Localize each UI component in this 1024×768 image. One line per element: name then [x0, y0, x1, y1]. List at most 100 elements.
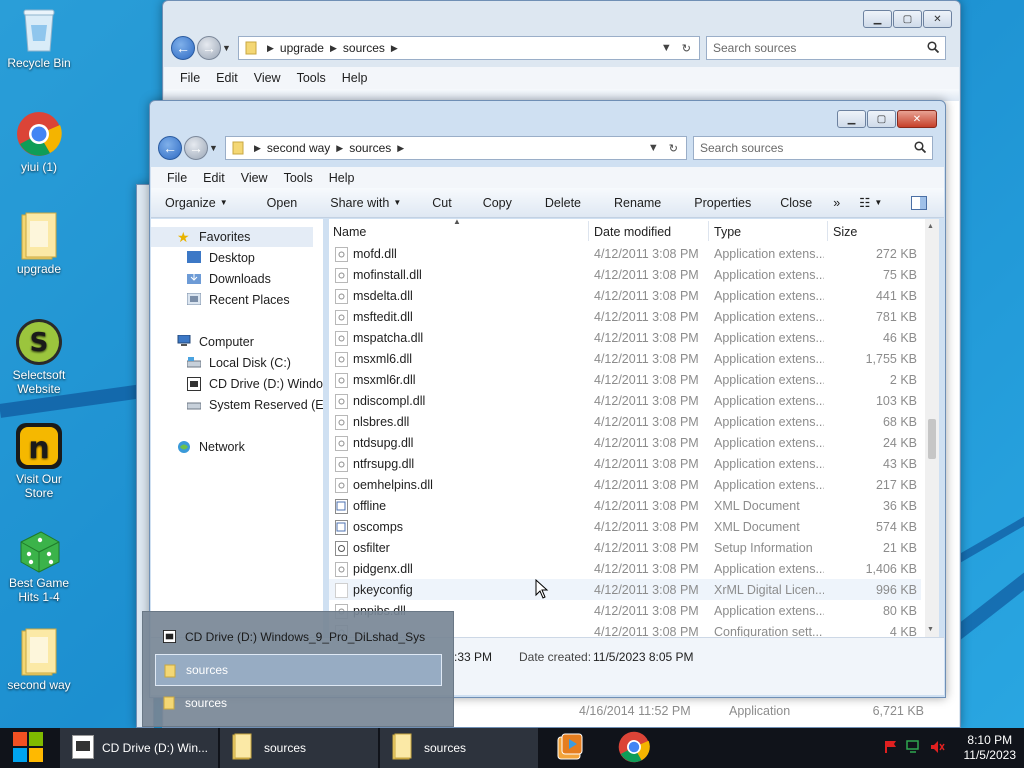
recent-pages-dropdown[interactable]: ▼: [222, 43, 234, 53]
table-row[interactable]: pkeyconfig 4/12/2011 3:08 PM XrML Digital …: [329, 579, 921, 600]
table-row[interactable]: nlsbres.dll 4/12/2011 3:08 PM Application …: [329, 411, 921, 432]
desktop-icon-store[interactable]: n Visit Our Store: [4, 422, 74, 500]
table-row[interactable]: mofinstall.dll 4/12/2011 3:08 PM Applicati…: [329, 264, 921, 285]
forward-button[interactable]: →: [197, 36, 221, 60]
recent-pages-dropdown[interactable]: ▼: [209, 143, 221, 153]
menu-file[interactable]: File: [167, 171, 187, 185]
table-row[interactable]: osfilter 4/12/2011 3:08 PM Setup Informati…: [329, 537, 921, 558]
column-date-modified[interactable]: Date modified: [594, 225, 671, 239]
taskbar-media-player[interactable]: [548, 728, 592, 768]
maximize-button[interactable]: ▢: [867, 110, 896, 128]
minimize-button[interactable]: ▁: [837, 110, 866, 128]
breadcrumb-second-way[interactable]: second way: [267, 141, 330, 155]
scroll-up-icon[interactable]: ▲: [927, 223, 934, 230]
forward-button[interactable]: →: [184, 136, 208, 160]
explorer-window-second-way[interactable]: ▁ ▢ ✕ ← → ▼ ▶ second way ▶ sources ▶ ▼ ↻ …: [149, 100, 946, 698]
menu-view[interactable]: View: [241, 171, 268, 185]
popup-item-cd-drive[interactable]: CD Drive (D:) Windows_9_Pro_DiLshad_Sys: [155, 621, 442, 653]
table-row[interactable]: oscomps 4/12/2011 3:08 PM XML Document 574 …: [329, 516, 921, 537]
table-row[interactable]: msftedit.dll 4/12/2011 3:08 PM Application…: [329, 306, 921, 327]
breadcrumb-upgrade[interactable]: upgrade: [280, 41, 324, 55]
refresh-icon[interactable]: ↻: [669, 142, 678, 155]
nav-recent-places[interactable]: Recent Places: [151, 290, 290, 310]
menu-file[interactable]: File: [180, 71, 200, 85]
more-commands-button[interactable]: »: [823, 196, 851, 210]
popup-item-sources[interactable]: sources: [155, 687, 442, 719]
preview-pane-icon[interactable]: [893, 195, 938, 210]
properties-button[interactable]: Properties: [672, 196, 762, 210]
taskbar-button-cd-drive[interactable]: CD Drive (D:) Win...: [60, 728, 218, 768]
nav-network[interactable]: Network: [151, 437, 245, 457]
nav-cd-drive[interactable]: CD Drive (D:) Windo: [151, 374, 323, 394]
desktop-icon-game-hits[interactable]: Best Game Hits 1-4: [4, 526, 74, 604]
flag-icon[interactable]: [884, 740, 898, 757]
scrollbar-thumb[interactable]: [928, 419, 936, 459]
close-button[interactable]: ✕: [897, 110, 937, 128]
desktop-icon-recycle-bin[interactable]: Recycle Bin: [4, 6, 74, 70]
nav-local-disk[interactable]: Local Disk (C:): [151, 353, 291, 373]
popup-item-sources-selected[interactable]: sources: [155, 654, 442, 686]
start-button[interactable]: [0, 728, 56, 768]
table-row[interactable]: mspatcha.dll 4/12/2011 3:08 PM Application…: [329, 327, 921, 348]
taskbar-chrome[interactable]: [612, 728, 656, 768]
menu-edit[interactable]: Edit: [203, 171, 225, 185]
nav-desktop[interactable]: Desktop: [151, 248, 255, 268]
minimize-button[interactable]: ▁: [863, 10, 892, 28]
maximize-button[interactable]: ▢: [893, 10, 922, 28]
breadcrumb-sources[interactable]: sources: [349, 141, 391, 155]
cut-button[interactable]: Cut: [412, 196, 462, 210]
table-row[interactable]: ntdsupg.dll 4/12/2011 3:08 PM Application …: [329, 432, 921, 453]
address-dropdown-icon[interactable]: ▼: [661, 42, 672, 55]
clock[interactable]: 8:10 PM 11/5/2023: [964, 733, 1017, 763]
back-button[interactable]: ←: [171, 36, 195, 60]
delete-button[interactable]: Delete: [523, 196, 592, 210]
address-bar[interactable]: ▶ second way ▶ sources ▶ ▼ ↻: [225, 136, 687, 160]
table-row[interactable]: pidgenx.dll 4/12/2011 3:08 PM Application …: [329, 558, 921, 579]
table-row[interactable]: oemhelpins.dll 4/12/2011 3:08 PM Applicati…: [329, 474, 921, 495]
taskbar-button-sources-1[interactable]: sources: [220, 728, 378, 768]
table-row[interactable]: ndiscompl.dll 4/12/2011 3:08 PM Applicatio…: [329, 390, 921, 411]
table-row[interactable]: msxml6r.dll 4/12/2011 3:08 PM Application …: [329, 369, 921, 390]
open-button[interactable]: Open: [239, 196, 309, 210]
table-row[interactable]: 4/16/2014 11:52 PM Application 6,721 KB: [559, 700, 924, 722]
nav-downloads[interactable]: Downloads: [151, 269, 271, 289]
address-dropdown-icon[interactable]: ▼: [648, 142, 659, 155]
table-row[interactable]: mofd.dll 4/12/2011 3:08 PM Application ext…: [329, 243, 921, 264]
table-row[interactable]: msdelta.dll 4/12/2011 3:08 PM Application …: [329, 285, 921, 306]
desktop-icon-chrome[interactable]: yiui (1): [4, 110, 74, 174]
view-options-icon[interactable]: ☷ ▼: [851, 195, 893, 210]
menu-tools[interactable]: Tools: [297, 71, 326, 85]
desktop-icon-upgrade[interactable]: upgrade: [4, 212, 74, 276]
table-row[interactable]: msxml6.dll 4/12/2011 3:08 PM Application e…: [329, 348, 921, 369]
close-button[interactable]: ✕: [923, 10, 952, 28]
share-with-button[interactable]: Share with ▼: [308, 196, 412, 210]
volume-icon[interactable]: [930, 740, 946, 757]
menu-edit[interactable]: Edit: [216, 71, 238, 85]
breadcrumb-sources[interactable]: sources: [343, 41, 385, 55]
nav-computer[interactable]: Computer: [151, 332, 254, 352]
copy-button[interactable]: Copy: [463, 196, 523, 210]
refresh-icon[interactable]: ↻: [682, 42, 691, 55]
desktop-icon-selectsoft[interactable]: S Selectsoft Website: [4, 318, 74, 396]
back-button[interactable]: ←: [158, 136, 182, 160]
network-tray-icon[interactable]: [905, 739, 922, 757]
organize-button[interactable]: Organize ▼: [151, 196, 239, 210]
address-bar[interactable]: ▶ upgrade ▶ sources ▶ ▼ ↻: [238, 36, 700, 60]
vertical-scrollbar[interactable]: ▲ ▼: [925, 219, 939, 637]
menu-help[interactable]: Help: [342, 71, 368, 85]
menu-view[interactable]: View: [254, 71, 281, 85]
close-command-button[interactable]: Close: [762, 196, 823, 210]
menu-tools[interactable]: Tools: [284, 171, 313, 185]
table-row[interactable]: ntfrsupg.dll 4/12/2011 3:08 PM Application…: [329, 453, 921, 474]
desktop-icon-second-way[interactable]: second way: [4, 628, 74, 692]
column-name[interactable]: Name: [333, 225, 366, 239]
table-row[interactable]: offline 4/12/2011 3:08 PM XML Document 36 K…: [329, 495, 921, 516]
taskbar-button-sources-2[interactable]: sources: [380, 728, 538, 768]
nav-favorites[interactable]: ★ Favorites: [151, 227, 313, 247]
scroll-down-icon[interactable]: ▼: [927, 626, 934, 633]
menu-help[interactable]: Help: [329, 171, 355, 185]
search-input[interactable]: Search sources: [706, 36, 946, 60]
search-input[interactable]: Search sources: [693, 136, 933, 160]
rename-button[interactable]: Rename: [592, 196, 672, 210]
column-size[interactable]: Size: [833, 225, 857, 239]
